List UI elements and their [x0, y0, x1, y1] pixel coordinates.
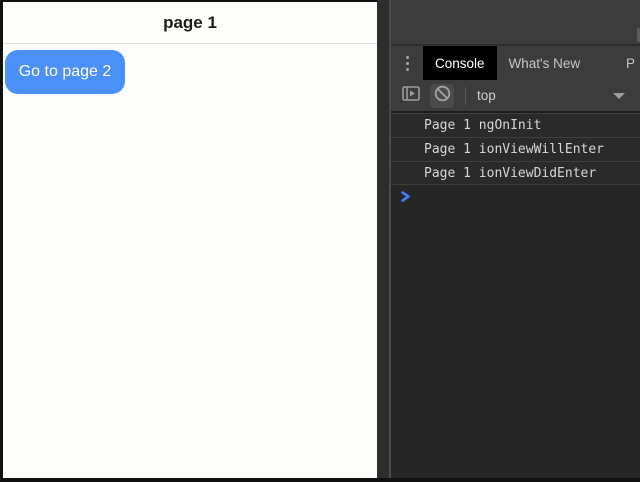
console-toolbar: top	[391, 80, 640, 113]
app-header: page 1	[3, 2, 377, 44]
app-preview-panel: page 1 Go to page 2	[0, 0, 377, 478]
go-to-page-2-button[interactable]: Go to page 2	[5, 50, 125, 94]
console-log-row: Page 1 ionViewWillEnter	[391, 137, 640, 161]
tab-whats-new[interactable]: What's New	[497, 46, 593, 80]
kebab-menu-icon	[406, 56, 409, 71]
tab-console[interactable]: Console	[423, 46, 497, 80]
javascript-context-selector[interactable]: top	[477, 88, 496, 103]
clear-console-button[interactable]	[430, 84, 454, 108]
panel-divider	[377, 0, 391, 478]
chevron-down-icon[interactable]	[613, 93, 625, 99]
window-frame-bottom	[0, 478, 640, 482]
console-log-row: Page 1 ionViewDidEnter	[391, 161, 640, 185]
more-options-button[interactable]	[391, 46, 423, 80]
devtools-tab-bar: Console What's New P	[391, 44, 640, 80]
page-title: page 1	[163, 13, 217, 33]
show-console-sidebar-button[interactable]	[399, 84, 423, 108]
console-prompt-input[interactable]	[391, 185, 640, 209]
ban-icon	[434, 85, 451, 107]
devtools-panel: Console What's New P top	[391, 0, 640, 478]
sidebar-toggle-icon	[402, 86, 420, 106]
toolbar-divider	[465, 87, 466, 105]
console-messages-area: Page 1 ngOnInit Page 1 ionViewWillEnter …	[391, 113, 640, 478]
tab-truncated[interactable]: P	[626, 46, 640, 80]
devtools-top-spacer	[391, 0, 640, 44]
console-log-row: Page 1 ngOnInit	[391, 113, 640, 137]
context-label: top	[477, 88, 496, 103]
prompt-chevron-icon	[400, 188, 411, 207]
